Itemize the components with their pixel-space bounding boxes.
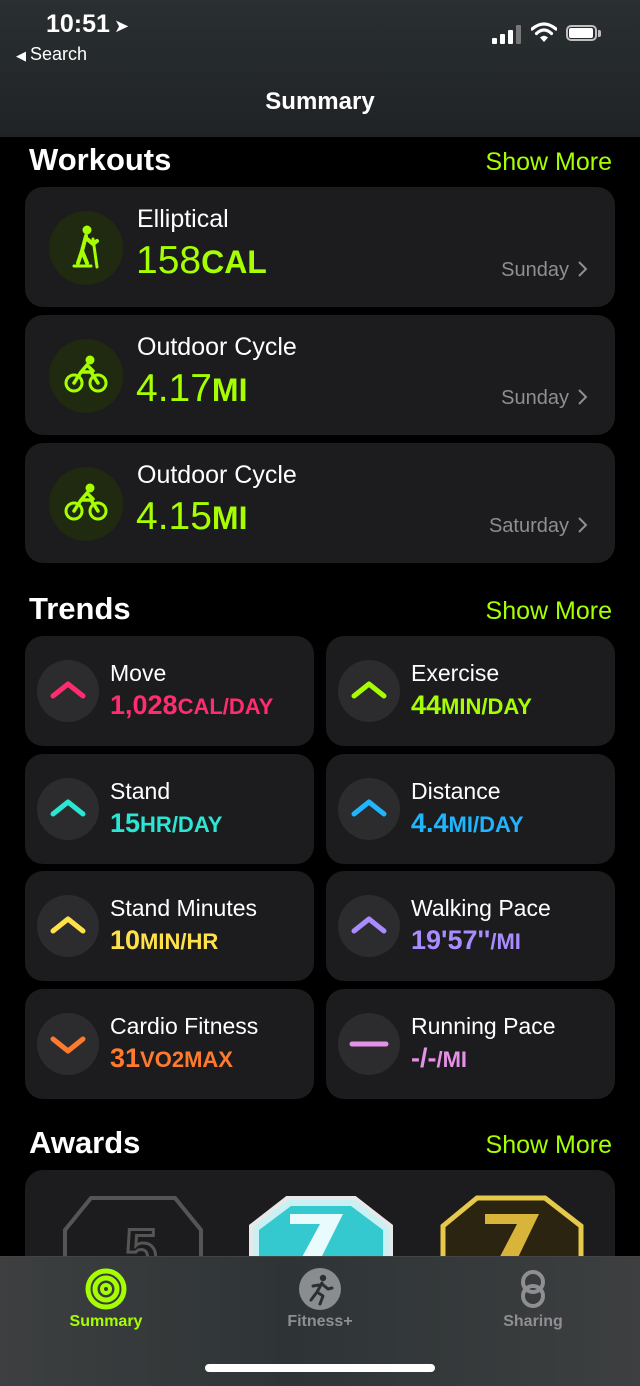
cellular-signal-icon <box>492 24 522 44</box>
sharing-icon <box>521 1270 545 1308</box>
trends-heading: Trends <box>29 591 131 626</box>
tab-label: Sharing <box>503 1313 563 1330</box>
trend-name: Exercise <box>411 660 500 686</box>
trend-value-number: 19'57'' <box>411 925 491 955</box>
chevron-right-icon <box>578 389 588 405</box>
trend-card-running-pace[interactable]: Running Pace -/-/MI <box>326 989 615 1099</box>
trend-name: Cardio Fitness <box>110 1013 259 1039</box>
trend-name: Move <box>110 660 167 686</box>
trend-value: 19'57''/MI <box>411 925 521 956</box>
trend-flat-dash-icon <box>338 1013 400 1075</box>
awards-show-more-link[interactable]: Show More <box>486 1131 612 1160</box>
trend-value-unit: /MI <box>490 929 521 954</box>
trend-value: 44MIN/DAY <box>411 690 532 721</box>
workout-value-number: 4.15 <box>136 495 212 538</box>
trend-value-number: 10 <box>110 925 141 955</box>
trend-card-exercise[interactable]: Exercise 44MIN/DAY <box>326 636 615 746</box>
time-text: 10:51 <box>46 10 110 38</box>
workout-value-unit: MI <box>211 500 248 536</box>
trend-value: 10MIN/HR <box>110 925 218 956</box>
battery-icon <box>566 25 602 43</box>
trend-up-arrow-icon <box>338 660 400 722</box>
trend-value-number: 44 <box>411 690 442 720</box>
workout-card-outdoor-cycle-2[interactable]: Outdoor Cycle 4.15MI Saturday <box>25 443 615 563</box>
nav-header: 10:51 ➤ ◀ Search Summary <box>0 0 640 137</box>
cycle-icon <box>49 339 123 413</box>
trend-name: Stand <box>110 778 171 804</box>
awards-card[interactable]: 5 <box>25 1170 615 1270</box>
workout-value: 158CAL <box>136 239 267 283</box>
trend-value-unit: CAL/DAY <box>177 694 274 719</box>
workout-value-number: 4.17 <box>136 367 212 410</box>
workout-name: Outdoor Cycle <box>137 461 297 489</box>
home-indicator[interactable] <box>205 1364 435 1372</box>
workout-value: 4.15MI <box>136 495 247 539</box>
status-time: 10:51 ➤ <box>46 10 129 39</box>
awards-badges: 5 <box>63 1195 584 1270</box>
trend-value-number: 1,028 <box>110 690 178 720</box>
wifi-icon <box>531 22 557 42</box>
workout-day: Sunday <box>501 387 569 409</box>
trend-value-unit: HR/DAY <box>140 812 223 837</box>
trend-value-unit: MIN/HR <box>140 929 219 954</box>
trend-card-cardio-fitness[interactable]: Cardio Fitness 31VO2MAX <box>25 989 314 1099</box>
workout-card-outdoor-cycle-1[interactable]: Outdoor Cycle 4.17MI Sunday <box>25 315 615 435</box>
trend-value-unit: MI/DAY <box>448 812 524 837</box>
workout-value-unit: MI <box>211 372 248 408</box>
trend-value-number: 31 <box>110 1043 141 1073</box>
tab-label: Summary <box>69 1313 143 1330</box>
tab-label: Fitness+ <box>287 1313 353 1330</box>
trend-up-arrow-icon <box>338 895 400 957</box>
trend-name: Stand Minutes <box>110 895 258 921</box>
back-triangle-icon: ◀ <box>16 48 26 63</box>
chevron-right-icon <box>578 517 588 533</box>
trend-value-unit: VO2MAX <box>140 1047 233 1072</box>
trends-show-more-link[interactable]: Show More <box>486 597 612 626</box>
trend-value-number: -/- <box>411 1043 437 1073</box>
trend-up-arrow-icon <box>37 660 99 722</box>
workout-card-elliptical[interactable]: Elliptical 158CAL Sunday <box>25 187 615 307</box>
trend-card-walking-pace[interactable]: Walking Pace 19'57''/MI <box>326 871 615 981</box>
cycle-icon <box>49 467 123 541</box>
workouts-show-more-link[interactable]: Show More <box>486 148 612 177</box>
location-arrow-icon: ➤ <box>113 16 130 36</box>
runner-icon <box>299 1268 341 1310</box>
trend-value: 1,028CAL/DAY <box>110 690 273 721</box>
elliptical-icon <box>49 211 123 285</box>
trend-value: 15HR/DAY <box>110 808 222 839</box>
awards-heading: Awards <box>29 1125 141 1160</box>
trend-card-move[interactable]: Move 1,028CAL/DAY <box>25 636 314 746</box>
chevron-right-icon <box>578 261 588 277</box>
trend-up-arrow-icon <box>37 895 99 957</box>
trend-value-number: 4.4 <box>411 808 449 838</box>
trend-value-number: 15 <box>110 808 141 838</box>
workouts-heading: Workouts <box>29 142 172 177</box>
workout-value-number: 158 <box>136 239 202 282</box>
trend-card-distance[interactable]: Distance 4.4MI/DAY <box>326 754 615 864</box>
trend-value: -/-/MI <box>411 1043 467 1074</box>
workout-day: Saturday <box>488 515 569 537</box>
trend-name: Distance <box>411 778 501 804</box>
activity-rings-icon <box>85 1268 127 1310</box>
trend-value: 4.4MI/DAY <box>411 808 524 839</box>
back-to-search-button[interactable]: ◀ Search <box>16 44 87 65</box>
workout-name: Outdoor Cycle <box>137 333 297 361</box>
trend-up-arrow-icon <box>338 778 400 840</box>
trend-name: Running Pace <box>411 1013 556 1039</box>
workout-name: Elliptical <box>137 205 229 233</box>
trend-card-stand[interactable]: Stand 15HR/DAY <box>25 754 314 864</box>
page-title: Summary <box>265 88 375 115</box>
workout-value-unit: CAL <box>201 244 267 280</box>
workout-day: Sunday <box>501 259 569 281</box>
workout-value: 4.17MI <box>136 367 247 411</box>
back-label: Search <box>30 44 88 64</box>
trend-down-arrow-icon <box>37 1013 99 1075</box>
trend-up-arrow-icon <box>37 778 99 840</box>
trend-card-stand-minutes[interactable]: Stand Minutes 10MIN/HR <box>25 871 314 981</box>
trend-value-unit: MIN/DAY <box>441 694 532 719</box>
trend-name: Walking Pace <box>411 895 551 921</box>
trend-value-unit: /MI <box>436 1047 468 1072</box>
trend-value: 31VO2MAX <box>110 1043 233 1074</box>
